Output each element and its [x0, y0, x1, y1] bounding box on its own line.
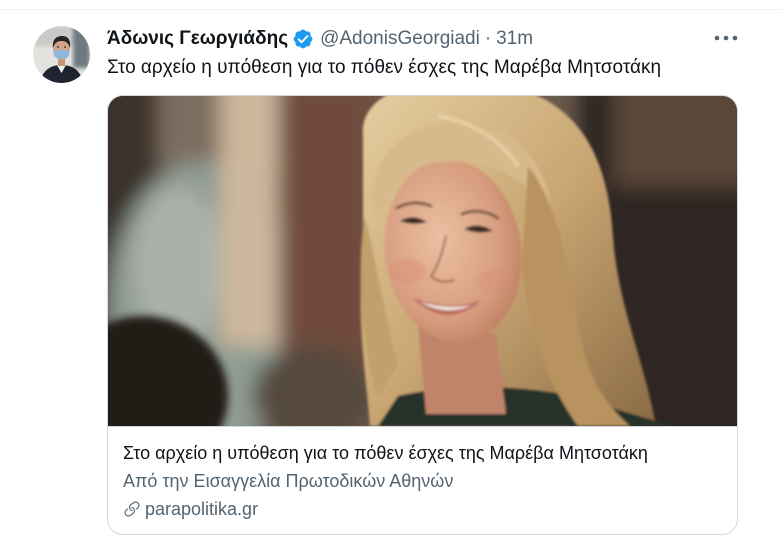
tweet-timestamp[interactable]: 31m	[496, 27, 533, 51]
more-icon	[714, 35, 738, 41]
card-image	[108, 96, 737, 427]
card-title: Στο αρχείο η υπόθεση για το πόθεν έσχες …	[123, 443, 648, 463]
more-options-button[interactable]	[712, 29, 740, 47]
card-domain: parapolitika.gr	[123, 495, 722, 523]
avatar[interactable]	[33, 26, 90, 83]
header-separator: ·	[484, 28, 492, 49]
verified-badge-icon	[292, 28, 314, 50]
author-name[interactable]: Άδωνις Γεωργιάδης	[107, 27, 288, 51]
timeline-divider	[0, 9, 783, 10]
tweet-text: Στο αρχείο η υπόθεση για το πόθεν έσχες …	[107, 57, 662, 78]
author-handle[interactable]: @AdonisGeorgiadi	[320, 27, 480, 51]
card-description: Από την Εισαγγελία Πρωτοδικών Αθηνών	[123, 471, 454, 491]
card-domain-text: parapolitika.gr	[145, 499, 259, 519]
avatar-image	[33, 26, 90, 83]
link-icon	[123, 500, 141, 518]
link-card[interactable]: Στο αρχείο η υπόθεση για το πόθεν έσχες …	[107, 95, 738, 535]
card-body: Στο αρχείο η υπόθεση για το πόθεν έσχες …	[108, 427, 737, 523]
tweet-header: Άδωνις Γεωργιάδης @AdonisGeorgiadi · 31m	[107, 27, 533, 51]
